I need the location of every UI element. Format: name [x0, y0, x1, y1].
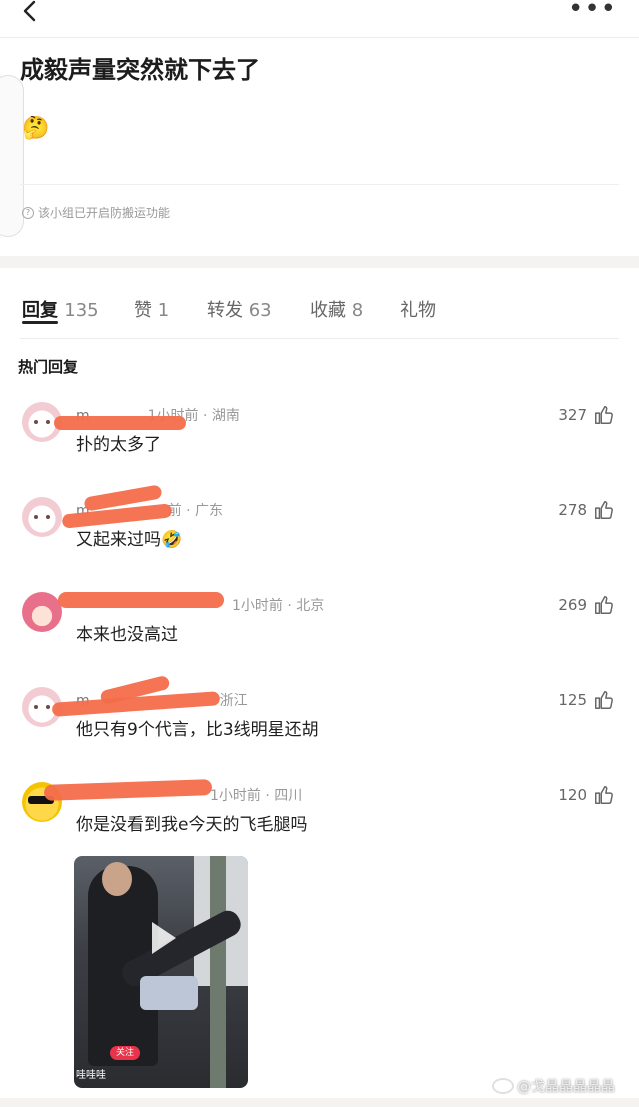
notice-text: 该小组已开启防搬运功能: [38, 206, 171, 220]
tab-gifts[interactable]: 礼物: [400, 296, 436, 322]
tab-count: 1: [157, 300, 170, 321]
avatar[interactable]: [22, 497, 62, 537]
like-count: 120: [558, 786, 587, 804]
like-count: 278: [558, 501, 587, 519]
post-title: 成毅声量突然就下去了: [20, 56, 260, 84]
comment-location: 四川: [274, 788, 303, 804]
comment-text: 又起来过吗🤣: [76, 530, 183, 550]
hot-replies-heading: 热门回复: [18, 358, 79, 376]
post-card: ••• 成毅声量突然就下去了 🤔 ? 该小组已开启防搬运功能: [0, 0, 639, 256]
tab-label: 礼物: [400, 300, 436, 321]
comment-text: 他只有9个代言，比3线明星还胡: [76, 720, 319, 740]
tab-label: 转发: [207, 300, 243, 321]
like-button[interactable]: 269: [558, 594, 615, 616]
comment-time: 1小时前: [232, 598, 283, 614]
weibo-logo-icon: [492, 1078, 514, 1094]
tab-reposts[interactable]: 转发 63: [207, 296, 272, 322]
question-icon: ?: [22, 206, 34, 219]
tab-count: 135: [64, 300, 99, 321]
like-count: 269: [558, 596, 587, 614]
video-background: [210, 856, 226, 1088]
follow-button[interactable]: 关注: [110, 1046, 141, 1060]
more-options-button[interactable]: •••: [568, 0, 617, 22]
comment-item: m浙江 他只有9个代言，比3线明星还胡 125: [0, 674, 639, 777]
comments-section: 回复 135 赞 1 转发 63 收藏 8 礼物 热门回复 m1小时前 · 湖南…: [0, 268, 639, 1098]
comment-location: 北京: [296, 598, 325, 614]
tab-favorites[interactable]: 收藏 8: [310, 296, 363, 322]
chevron-left-icon[interactable]: [14, 0, 44, 28]
divider: [20, 184, 619, 185]
like-count: 327: [558, 406, 587, 424]
comment-time: 1小时前: [210, 788, 261, 804]
thumbs-up-icon: [595, 406, 613, 424]
thinking-emoji: 🤔: [22, 116, 50, 141]
comment-text: 你是没看到我e今天的飞毛腿吗: [76, 815, 308, 835]
video-thumbnail[interactable]: 关注 哇哇哇: [74, 856, 248, 1088]
top-bar: •••: [0, 0, 639, 38]
like-button[interactable]: 278: [558, 499, 615, 521]
side-drawer-handle[interactable]: [0, 75, 24, 237]
tab-bar: 回复 135 赞 1 转发 63 收藏 8 礼物: [0, 268, 639, 340]
anti-repost-notice: ? 该小组已开启防搬运功能: [22, 204, 170, 221]
comment-location: 广东: [195, 503, 223, 519]
comment-location: 湖南: [211, 408, 240, 424]
comment-item: 1小时前 · 四川 你是没看到我e今天的飞毛腿吗 120 关注 哇哇哇: [0, 779, 639, 1102]
like-button[interactable]: 120: [558, 784, 615, 806]
thumbs-up-icon: [595, 501, 613, 519]
tab-label: 赞: [134, 300, 152, 321]
weibo-watermark: @戈晶晶晶晶晶: [492, 1076, 615, 1096]
active-tab-indicator: [22, 321, 58, 324]
like-count: 125: [558, 691, 587, 709]
watermark-text: @戈晶晶晶晶晶: [517, 1079, 615, 1095]
tab-label: 回复: [22, 300, 58, 321]
thumbs-up-icon: [595, 596, 613, 614]
thumbs-up-icon: [595, 691, 613, 709]
tab-count: 8: [351, 300, 364, 321]
tab-count: 63: [248, 300, 272, 321]
tab-label: 收藏: [310, 300, 346, 321]
tab-likes[interactable]: 赞 1: [134, 296, 169, 322]
tab-replies[interactable]: 回复 135: [22, 296, 99, 322]
avatar[interactable]: [22, 592, 62, 632]
comment-text: 本来也没高过: [76, 625, 178, 645]
play-icon[interactable]: [152, 922, 176, 954]
redaction-mark: [58, 592, 224, 608]
redaction-mark: [54, 416, 186, 430]
like-button[interactable]: 125: [558, 689, 615, 711]
comment-item: m前 · 广东 又起来过吗🤣 278: [0, 484, 639, 587]
like-button[interactable]: 327: [558, 404, 615, 426]
comment-item: m1小时前 · 湖南 扑的太多了 327: [0, 402, 639, 492]
comment-location: 浙江: [219, 693, 248, 709]
comment-text: 扑的太多了: [76, 435, 161, 455]
video-figure: [102, 862, 132, 896]
divider: [20, 338, 619, 339]
video-figure: [140, 976, 198, 1010]
video-username: 哇哇哇: [76, 1070, 106, 1081]
thumbs-up-icon: [595, 786, 613, 804]
comment-item: 1小时前 · 北京 本来也没高过 269: [0, 592, 639, 682]
